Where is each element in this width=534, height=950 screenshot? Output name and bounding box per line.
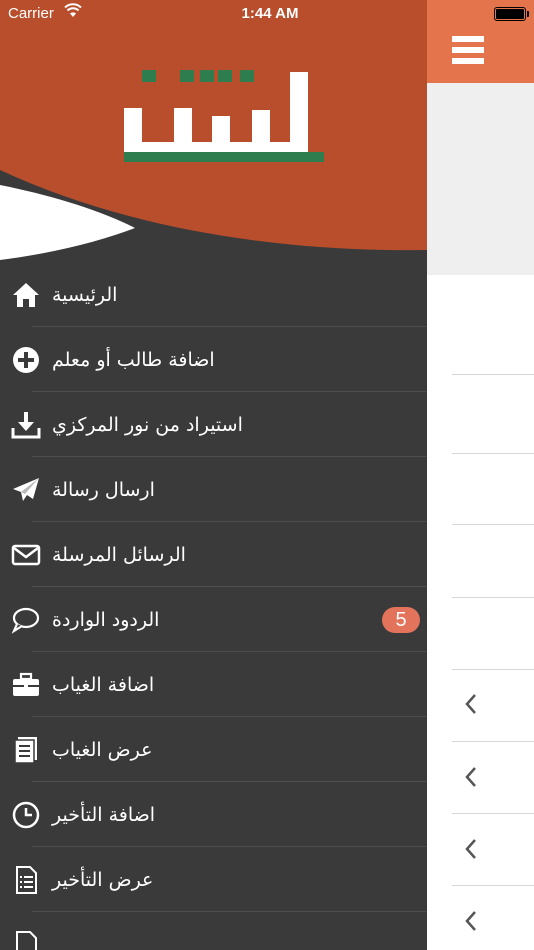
document-icon [16, 930, 37, 950]
menu-item-incoming-replies[interactable]: الردود الواردة 5 [0, 587, 427, 652]
list-divider [452, 669, 534, 670]
menu-item-add-absence[interactable]: اضافة الغياب [0, 652, 427, 717]
menu-item-partial[interactable] [0, 912, 427, 950]
app-logo [124, 70, 324, 162]
menu-item-add-student-teacher[interactable]: اضافة طالب أو معلم [0, 327, 427, 392]
menu-item-label: ارسال رسالة [52, 478, 155, 501]
menu-item-sent-messages[interactable]: الرسائل المرسلة [0, 522, 427, 587]
navigation-drawer: الرئيسية اضافة طالب أو معلم استيراد من ن… [0, 0, 427, 950]
list-divider [452, 813, 534, 814]
plus-circle-icon [13, 346, 39, 373]
menu-item-import-noor[interactable]: استيراد من نور المركزي [0, 392, 427, 457]
chevron-left-icon[interactable] [463, 837, 479, 861]
download-icon [11, 411, 41, 438]
battery-icon [494, 7, 529, 21]
content-banner [427, 83, 534, 275]
menu-item-label: استيراد من نور المركزي [52, 413, 243, 436]
list-divider [452, 524, 534, 525]
drawer-menu: الرئيسية اضافة طالب أو معلم استيراد من ن… [0, 262, 427, 950]
menu-item-view-tardiness[interactable]: عرض التأخير [0, 847, 427, 912]
clock-icon [12, 801, 40, 828]
document-icon [14, 736, 37, 764]
menu-item-label: الرسائل المرسلة [52, 543, 186, 566]
clock-time: 1:44 AM [241, 5, 299, 22]
menu-item-add-tardiness[interactable]: اضافة التأخير [0, 782, 427, 847]
menu-item-label: اضافة طالب أو معلم [52, 348, 215, 371]
menu-item-send-message[interactable]: ارسال رسالة [0, 457, 427, 522]
unread-count-badge: 5 [382, 606, 420, 633]
list-divider [452, 597, 534, 598]
briefcase-icon [13, 672, 39, 696]
paper-plane-icon [13, 477, 39, 501]
list-divider [452, 741, 534, 742]
chat-bubble-icon [11, 607, 40, 634]
chevron-left-icon[interactable] [463, 765, 479, 789]
menu-item-label: اضافة التأخير [52, 803, 156, 826]
drawer-header [0, 0, 427, 262]
list-divider [452, 374, 534, 375]
hamburger-menu-icon[interactable] [452, 36, 484, 68]
menu-item-label: الرئيسية [52, 283, 118, 306]
chevron-left-icon[interactable] [463, 909, 479, 933]
menu-item-label: عرض الغياب [52, 738, 153, 761]
envelope-icon [11, 544, 41, 565]
main-content [427, 0, 534, 950]
menu-item-home[interactable]: الرئيسية [0, 262, 427, 327]
list-divider [452, 885, 534, 886]
status-bar: Carrier 1:44 AM [0, 0, 534, 28]
menu-item-label: الردود الواردة [52, 608, 160, 631]
menu-item-label: عرض التأخير [52, 868, 154, 891]
menu-item-view-absence[interactable]: عرض الغياب [0, 717, 427, 782]
home-icon [13, 282, 39, 307]
menu-item-label: اضافة الغياب [52, 673, 155, 696]
list-divider [452, 453, 534, 454]
chevron-left-icon[interactable] [463, 692, 479, 716]
list-document-icon [16, 865, 37, 894]
